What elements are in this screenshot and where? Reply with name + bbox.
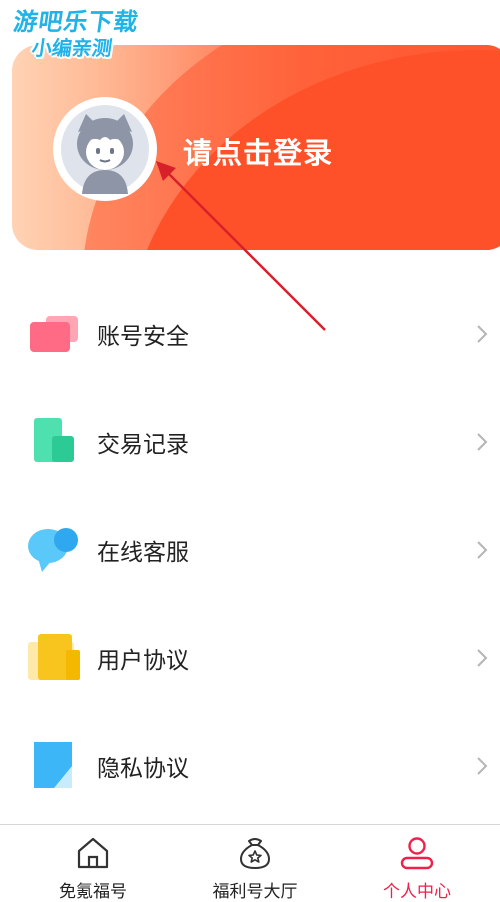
account-security-icon bbox=[30, 316, 78, 352]
welfare-bag-icon bbox=[239, 838, 271, 870]
menu-label-account-security: 账号安全 bbox=[97, 324, 189, 350]
login-prompt[interactable]: 请点击登录 bbox=[183, 130, 333, 172]
menu-item-user-agreement[interactable]: 用户协议 bbox=[0, 604, 500, 712]
transaction-record-icon bbox=[34, 418, 74, 462]
home-icon bbox=[77, 837, 109, 869]
chevron-right-icon bbox=[477, 325, 488, 343]
avatar[interactable] bbox=[53, 97, 157, 201]
menu-label-online-service: 在线客服 bbox=[97, 540, 189, 566]
nav-label-free-accounts: 免氪福号 bbox=[59, 882, 127, 902]
nav-tab-free-accounts[interactable]: 免氪福号 bbox=[10, 825, 176, 902]
menu-item-account-security[interactable]: 账号安全 bbox=[0, 280, 500, 388]
menu-item-online-service[interactable]: 在线客服 bbox=[0, 496, 500, 604]
menu-label-transaction-record: 交易记录 bbox=[97, 432, 189, 458]
menu-label-user-agreement: 用户协议 bbox=[97, 648, 189, 674]
privacy-agreement-icon bbox=[34, 742, 72, 788]
chevron-right-icon bbox=[477, 649, 488, 667]
watermark-line-2: 小编亲测 bbox=[30, 36, 114, 60]
menu-item-transaction-record[interactable]: 交易记录 bbox=[0, 388, 500, 496]
watermark: 游吧乐下载 小编亲测 bbox=[8, 8, 141, 60]
bottom-nav: 免氪福号 福利号大厅 个人中心 bbox=[0, 824, 500, 902]
user-icon bbox=[400, 837, 434, 870]
user-agreement-icon bbox=[28, 634, 80, 680]
online-service-icon bbox=[28, 528, 78, 572]
menu-item-privacy-agreement[interactable]: 隐私协议 bbox=[0, 712, 500, 820]
watermark-line-1: 游吧乐下载 bbox=[11, 8, 141, 36]
nav-tab-personal-center[interactable]: 个人中心 bbox=[334, 825, 500, 902]
nav-tab-welfare-hall[interactable]: 福利号大厅 bbox=[172, 825, 338, 902]
chevron-right-icon bbox=[477, 433, 488, 451]
nav-label-welfare-hall: 福利号大厅 bbox=[212, 882, 298, 902]
avatar-icon bbox=[61, 105, 149, 194]
chevron-right-icon bbox=[477, 541, 488, 559]
nav-label-personal-center: 个人中心 bbox=[383, 882, 451, 902]
chevron-right-icon bbox=[477, 757, 488, 775]
menu-label-privacy-agreement: 隐私协议 bbox=[97, 756, 189, 782]
